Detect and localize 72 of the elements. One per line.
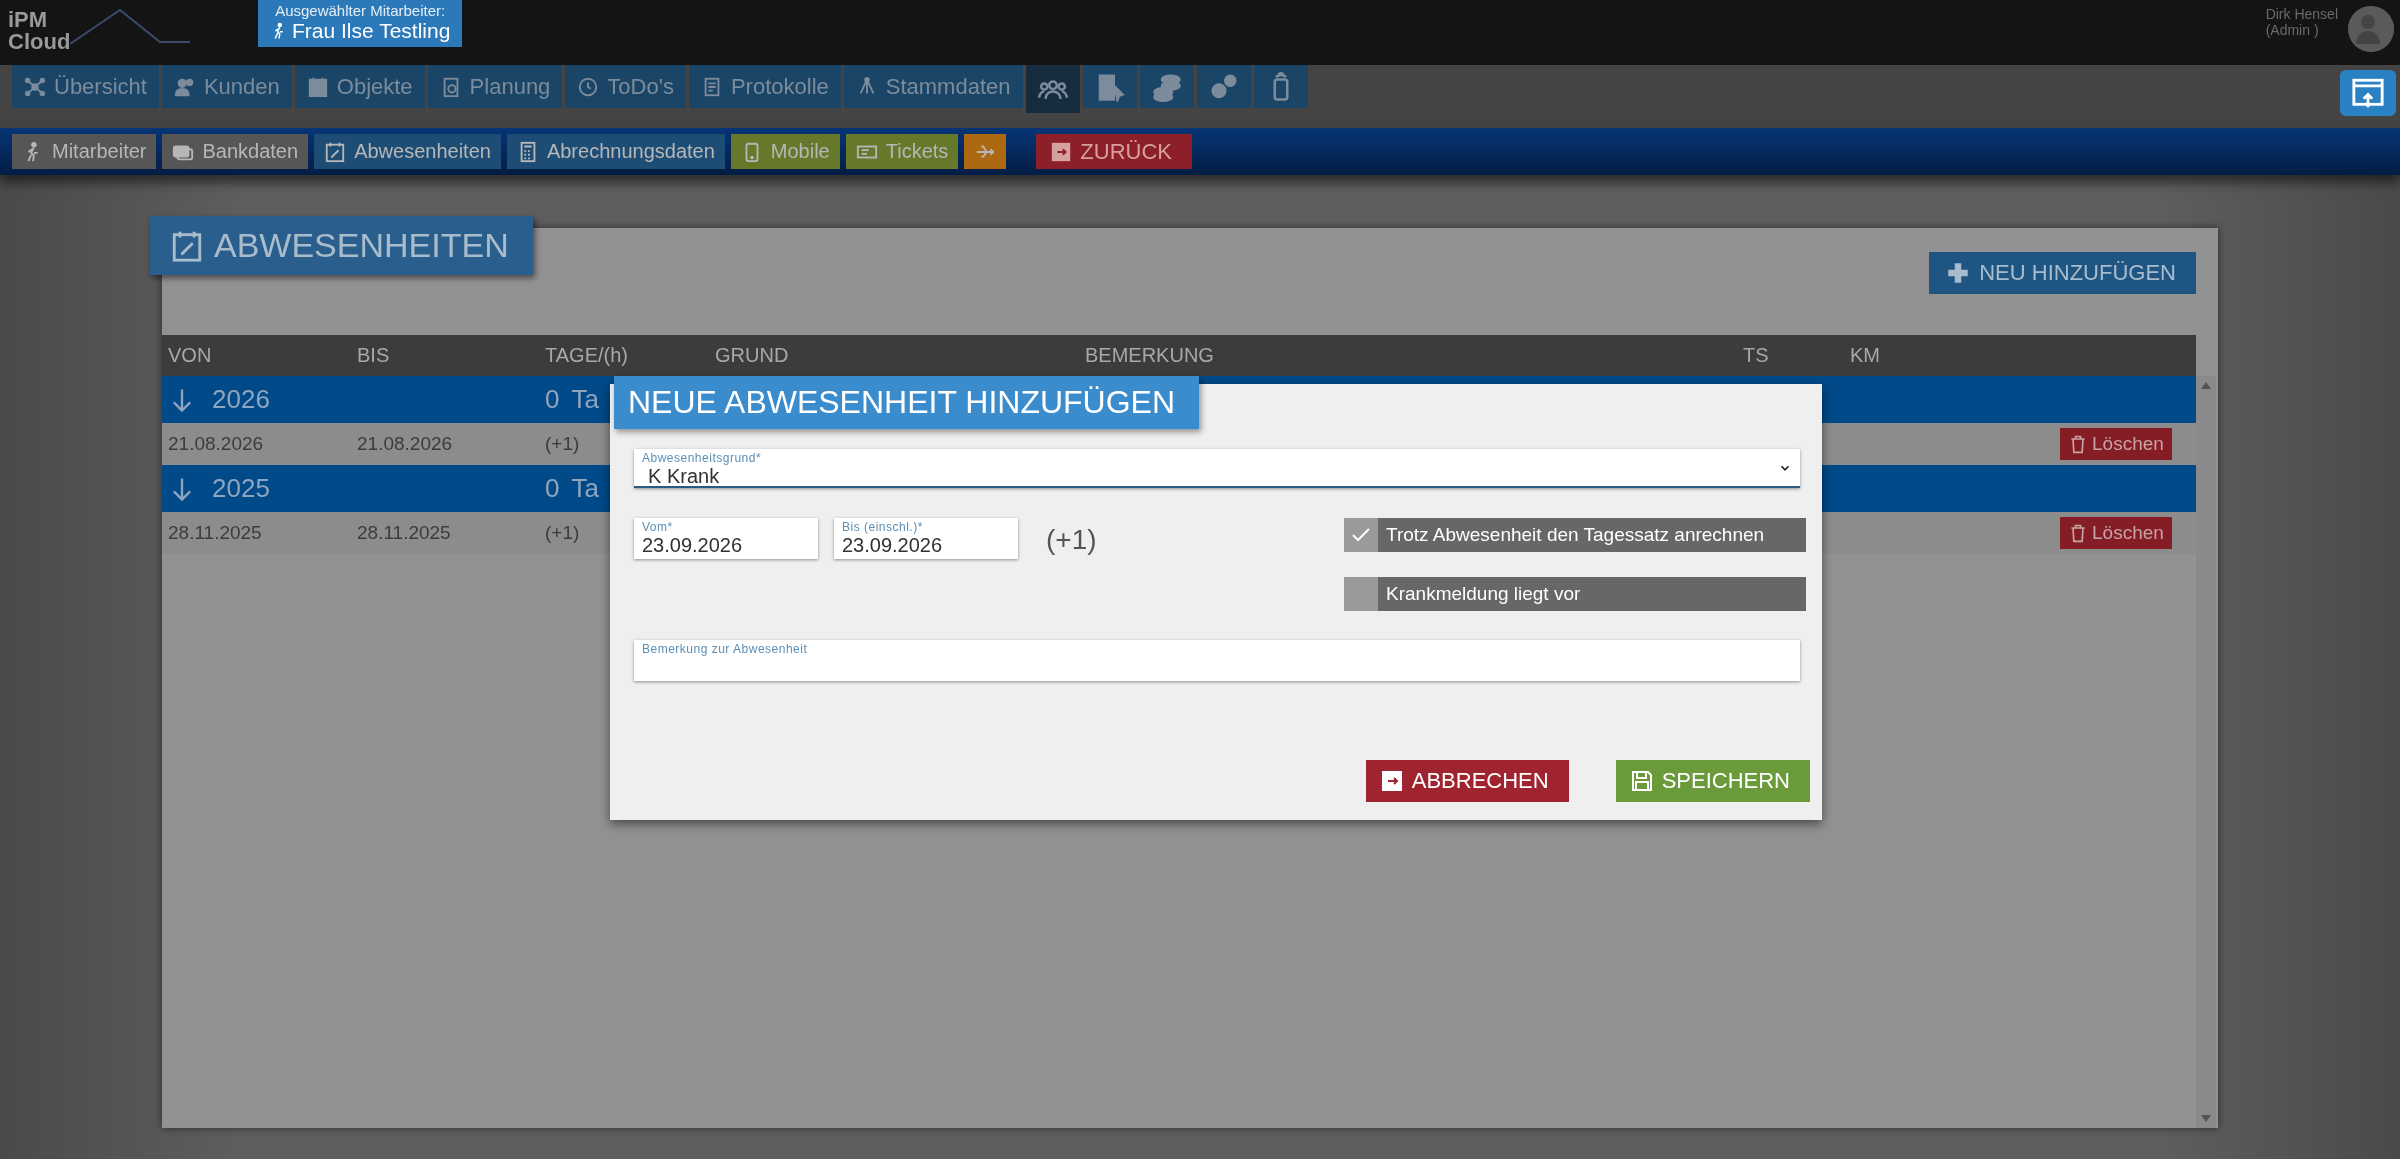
option-checkbox[interactable]: Krankmeldung liegt vor — [1344, 577, 1806, 611]
network-icon — [24, 75, 46, 98]
exit-icon — [1379, 769, 1404, 793]
window-upload-icon — [2351, 76, 2385, 110]
nav-tab[interactable]: Protokolle — [688, 65, 841, 108]
user-name: Dirk Hensel — [2265, 6, 2338, 22]
delete-button[interactable]: Löschen — [2060, 517, 2172, 549]
card-title-text: ABWESENHEITEN — [214, 226, 509, 265]
selected-employee-name: Frau Ilse Testling — [292, 19, 451, 43]
column-header: TAGE/(h) — [545, 344, 628, 367]
window-upload-button[interactable] — [2340, 70, 2396, 116]
dialog-title: NEUE ABWESENHEIT HINZUFÜGEN — [614, 376, 1200, 429]
nav-tab[interactable]: Objekte — [294, 65, 425, 108]
subnav-tab[interactable]: ZURÜCK — [1036, 134, 1193, 169]
group-year: 2025 — [212, 473, 270, 504]
user-role: (Admin ) — [2265, 22, 2320, 38]
group-days: 0 — [545, 384, 560, 415]
avatar-icon[interactable] — [2348, 6, 2394, 52]
table-cell: 21.08.2026 — [168, 433, 264, 455]
trash-icon — [2068, 523, 2088, 543]
cancel-button[interactable]: ABBRECHEN — [1365, 760, 1569, 802]
table-cell: 28.11.2025 — [168, 522, 262, 544]
nav-tab[interactable]: Übersicht — [12, 65, 159, 108]
calendar-icon — [306, 75, 329, 98]
nav-tab[interactable]: Kunden — [161, 65, 292, 108]
trash-icon — [2068, 434, 2088, 454]
column-header: BEMERKUNG — [1085, 344, 1214, 367]
roof-icon — [70, 6, 190, 48]
column-header: VON — [168, 344, 212, 367]
group-year: 2026 — [212, 384, 270, 415]
table-cell: (+1) — [545, 433, 580, 455]
delete-button[interactable]: Löschen — [2060, 428, 2172, 460]
day-count: (+1) — [1046, 524, 1097, 557]
column-header: BIS — [357, 344, 390, 367]
subnav-tab[interactable]: Abrechnungsdaten — [506, 134, 725, 169]
remark-field[interactable]: Bemerkung zur Abwesenheit — [634, 640, 1800, 681]
subnav-tab[interactable]: Tickets — [845, 134, 959, 169]
nav-tab[interactable] — [1139, 65, 1194, 108]
subnav-tab[interactable]: Mitarbeiter — [12, 134, 157, 169]
clock-icon — [577, 75, 600, 98]
subnav-tab[interactable]: Abwesenheiten — [314, 134, 501, 169]
nav-tab[interactable]: Planung — [427, 65, 563, 108]
nav-tab[interactable] — [1025, 65, 1080, 113]
scrollbar[interactable] — [2196, 376, 2216, 1128]
table-cell: 21.08.2026 — [357, 433, 453, 455]
nav-tab[interactable]: ToDo's — [565, 65, 686, 108]
from-date-field[interactable]: Vom* 23.09.2026 — [634, 518, 818, 559]
group-days-unit: Ta — [571, 473, 599, 504]
group-days: 0 — [545, 473, 560, 504]
reason-select[interactable]: Abwesenheitsgrund* K Krank — [634, 449, 1800, 488]
nav-tab[interactable]: Stammdaten — [843, 65, 1023, 108]
add-button[interactable]: NEU HINZUFÜGEN — [1929, 252, 2196, 294]
subnav-tab[interactable]: Bankdaten — [162, 134, 309, 169]
column-header: KM — [1850, 344, 1880, 367]
column-header: GRUND — [715, 344, 789, 367]
nav-tab[interactable] — [1196, 65, 1251, 108]
nav-tab[interactable] — [1253, 65, 1308, 108]
table-cell: 28.11.2025 — [357, 522, 451, 544]
save-button[interactable]: SPEICHERN — [1615, 760, 1810, 802]
nav-tab[interactable] — [1082, 65, 1137, 108]
to-date-field[interactable]: Bis (einschl.)* 23.09.2026 — [834, 518, 1018, 559]
calendar-edit-icon — [324, 140, 347, 163]
subnav-tab[interactable] — [964, 134, 1007, 169]
exit-icon — [1050, 140, 1073, 163]
logo-text: Cloud — [8, 31, 71, 53]
table-cell: (+1) — [545, 522, 580, 544]
option-checkbox[interactable]: Trotz Abwesenheit den Tagessatz anrechnen — [1344, 518, 1806, 552]
column-header: TS — [1743, 344, 1769, 367]
group-days-unit: Ta — [571, 384, 599, 415]
subnav-tab[interactable]: Mobile — [730, 134, 840, 169]
logo-text: iPM — [8, 9, 48, 31]
selected-employee-label: Ausgewählter Mitarbeiter: — [275, 2, 446, 19]
